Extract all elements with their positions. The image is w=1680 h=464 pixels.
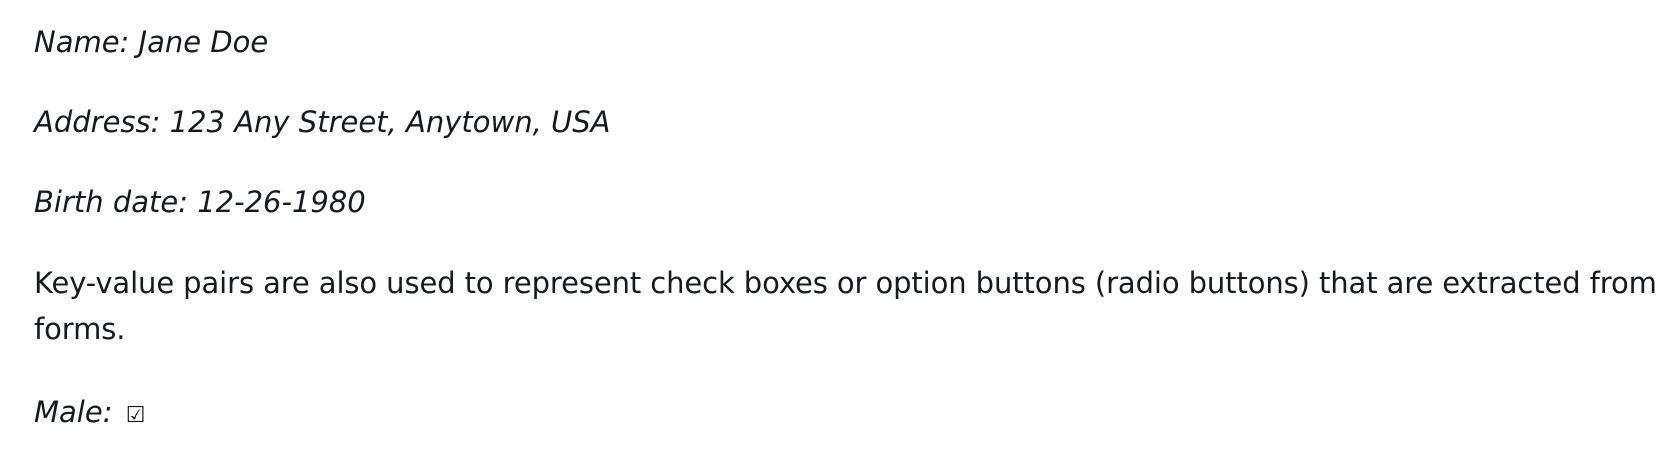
birth-date-field: Birth date: 12-26-1980 (34, 185, 366, 219)
address-field: Address: 123 Any Street, Anytown, USA (34, 105, 611, 139)
male-field: Male: ☑ (34, 390, 1680, 434)
male-label: Male: (34, 395, 113, 429)
document-body: Name: Jane Doe Address: 123 Any Street, … (0, 0, 1680, 464)
name-field: Name: Jane Doe (34, 25, 269, 59)
explanation-paragraph: Key-value pairs are also used to represe… (34, 266, 1657, 346)
checked-box-icon: ☑ (125, 403, 146, 428)
